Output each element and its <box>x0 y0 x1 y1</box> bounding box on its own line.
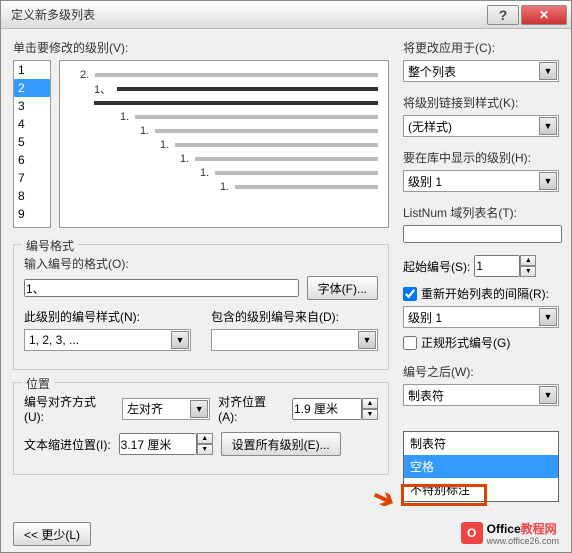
level-item[interactable]: 2 <box>14 79 50 97</box>
listnum-label: ListNum 域列表名(T): <box>403 204 559 221</box>
link-style-combo[interactable]: (无样式)▼ <box>403 115 559 137</box>
annotation-box <box>401 484 487 506</box>
align-combo[interactable]: 左对齐▼ <box>122 398 210 420</box>
apply-to-combo[interactable]: 整个列表▼ <box>403 60 559 82</box>
gallery-combo[interactable]: 级别 1▼ <box>403 170 559 192</box>
include-combo[interactable]: ▼ <box>211 329 378 351</box>
gallery-label: 要在库中显示的级别(H): <box>403 149 559 166</box>
apply-to-label: 将更改应用于(C): <box>403 39 559 56</box>
legal-label: 正规形式编号(G) <box>421 334 510 351</box>
start-at-label: 起始编号(S): <box>403 258 470 275</box>
level-item[interactable]: 4 <box>14 115 50 133</box>
spin-down-icon[interactable]: ▼ <box>197 444 213 455</box>
chevron-down-icon[interactable]: ▼ <box>190 400 208 418</box>
level-item[interactable]: 3 <box>14 97 50 115</box>
dialog: 定义新多级列表 ? ✕ 单击要修改的级别(V): 1 2 3 4 5 6 7 8… <box>0 0 572 553</box>
chevron-down-icon[interactable]: ▼ <box>171 331 189 349</box>
enter-format-label: 输入编号的格式(O): <box>24 255 378 272</box>
level-item[interactable]: 1 <box>14 61 50 79</box>
chevron-down-icon[interactable]: ▼ <box>539 117 557 135</box>
spin-down-icon[interactable]: ▼ <box>362 409 378 420</box>
format-legend: 编号格式 <box>22 237 78 254</box>
less-button[interactable]: << 更少(L) <box>13 522 91 546</box>
style-combo[interactable]: 1, 2, 3, ...▼ <box>24 329 191 351</box>
indent-spinner[interactable]: ▲▼ <box>119 433 213 455</box>
spin-up-icon[interactable]: ▲ <box>197 433 213 444</box>
style-label: 此级别的编号样式(N): <box>24 308 191 325</box>
format-fieldset: 编号格式 输入编号的格式(O): 字体(F)... 此级别的编号样式(N): 1… <box>13 244 389 370</box>
link-style-label: 将级别链接到样式(K): <box>403 94 559 111</box>
close-button[interactable]: ✕ <box>521 5 567 25</box>
chevron-down-icon[interactable]: ▼ <box>358 331 376 349</box>
dialog-title: 定义新多级列表 <box>5 6 485 23</box>
follow-label: 编号之后(W): <box>403 363 559 380</box>
click-level-label: 单击要修改的级别(V): <box>13 39 389 56</box>
align-label: 编号对齐方式(U): <box>24 393 114 424</box>
restart-label: 重新开始列表的间隔(R): <box>421 285 549 302</box>
chevron-down-icon[interactable]: ▼ <box>539 62 557 80</box>
chevron-down-icon[interactable]: ▼ <box>539 172 557 190</box>
format-input[interactable] <box>24 279 299 297</box>
position-fieldset: 位置 编号对齐方式(U): 左对齐▼ 对齐位置(A): ▲▼ 文本缩进位置(I)… <box>13 382 389 475</box>
level-item[interactable]: 8 <box>14 187 50 205</box>
logo-icon: O <box>461 522 483 544</box>
legal-checkbox[interactable] <box>403 336 417 350</box>
include-label: 包含的级别编号来自(D): <box>211 308 378 325</box>
level-listbox[interactable]: 1 2 3 4 5 6 7 8 9 <box>13 60 51 228</box>
watermark-logo: O Office教程网 www.office26.com <box>461 520 559 546</box>
position-legend: 位置 <box>22 375 54 392</box>
help-button[interactable]: ? <box>487 5 519 25</box>
level-item[interactable]: 9 <box>14 205 50 223</box>
level-item[interactable]: 6 <box>14 151 50 169</box>
preview-pane: 2. 1、 1. 1. 1. 1. 1. 1. <box>59 60 389 228</box>
spin-down-icon[interactable]: ▼ <box>520 266 536 277</box>
spin-up-icon[interactable]: ▲ <box>520 255 536 266</box>
dropdown-option[interactable]: 制表符 <box>404 432 558 455</box>
align-at-spinner[interactable]: ▲▼ <box>292 398 378 420</box>
chevron-down-icon[interactable]: ▼ <box>539 386 557 404</box>
align-at-label: 对齐位置(A): <box>218 393 284 424</box>
indent-label: 文本缩进位置(I): <box>24 436 111 453</box>
level-item[interactable]: 7 <box>14 169 50 187</box>
set-all-levels-button[interactable]: 设置所有级别(E)... <box>221 432 341 456</box>
restart-checkbox[interactable] <box>403 287 417 301</box>
follow-combo[interactable]: 制表符▼ <box>403 384 559 406</box>
listnum-input[interactable] <box>403 225 562 243</box>
annotation-arrow-icon: ➔ <box>368 480 401 517</box>
chevron-down-icon[interactable]: ▼ <box>539 308 557 326</box>
titlebar: 定义新多级列表 ? ✕ <box>1 1 571 29</box>
font-button[interactable]: 字体(F)... <box>307 276 378 300</box>
spin-up-icon[interactable]: ▲ <box>362 398 378 409</box>
dropdown-option[interactable]: 空格 <box>404 455 558 478</box>
start-at-spinner[interactable]: ▲▼ <box>474 255 536 277</box>
restart-combo[interactable]: 级别 1▼ <box>403 306 559 328</box>
level-item[interactable]: 5 <box>14 133 50 151</box>
